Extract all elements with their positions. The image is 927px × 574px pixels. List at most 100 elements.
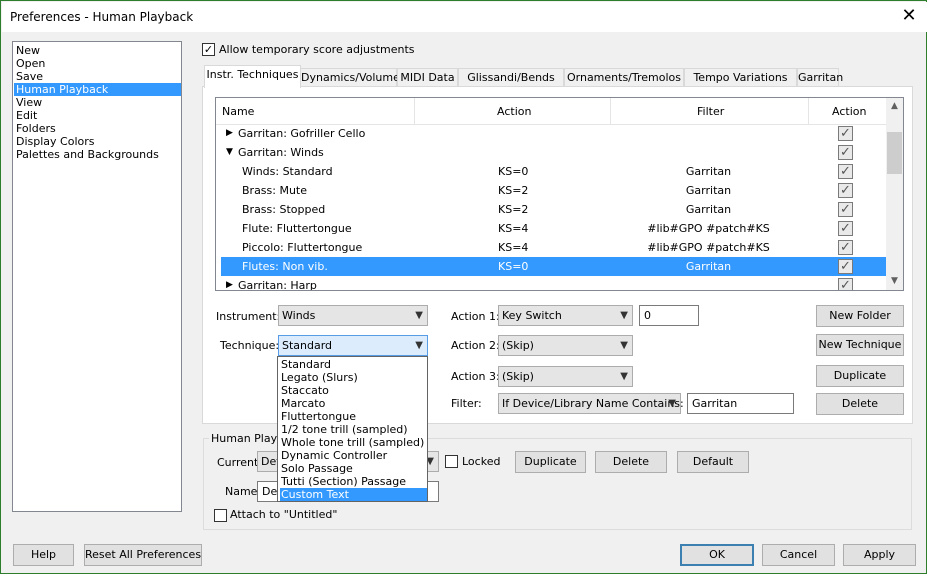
action1-select[interactable]: Key Switch ▼ (498, 305, 633, 326)
expanded-arrow-icon[interactable]: ▼ (226, 147, 233, 157)
row-name: Flutes: Non vib. (242, 260, 328, 273)
header-name[interactable]: Name (222, 105, 254, 118)
category-item[interactable]: Palettes and Backgrounds (14, 148, 181, 161)
techniques-grid[interactable]: Name Action Filter Action ▶ Garritan: Gof… (215, 97, 904, 291)
category-item[interactable]: New (14, 44, 181, 57)
action2-select[interactable]: (Skip) ▼ (498, 335, 633, 356)
chevron-down-icon: ▼ (620, 371, 628, 382)
category-item[interactable]: Human Playback (14, 83, 181, 96)
technique-option[interactable]: Standard (280, 358, 427, 371)
technique-option[interactable]: Whole tone trill (sampled) (280, 436, 427, 449)
category-item[interactable]: Open (14, 57, 181, 70)
filter-text-input[interactable]: Garritan (687, 393, 794, 414)
collapsed-arrow-icon[interactable]: ▶ (226, 128, 233, 138)
filter-select[interactable]: If Device/Library Name Contains: ▼ (498, 393, 684, 414)
row-enabled-checkbox[interactable]: ✓ (838, 145, 853, 160)
technique-select[interactable]: Standard ▼ (278, 335, 428, 356)
header-separator (808, 98, 809, 124)
table-row[interactable]: ▶ Garritan: Gofriller Cello ✓ (221, 124, 886, 143)
table-row[interactable]: Brass: Stopped KS=2 Garritan ✓ (221, 200, 886, 219)
allow-temp-label: Allow temporary score adjustments (219, 43, 415, 56)
attach-checkbox[interactable] (214, 509, 227, 522)
tab-1[interactable]: Dynamics/Volume (300, 68, 400, 87)
apply-button[interactable]: Apply (843, 544, 916, 566)
cancel-button[interactable]: Cancel (762, 544, 835, 566)
scroll-down-icon[interactable]: ▼ (886, 273, 903, 290)
header-separator (610, 98, 611, 124)
preferences-window: Preferences - Human Playback ✕ New Open Sa… (0, 0, 927, 574)
allow-temp-checkbox[interactable]: ✓ (202, 43, 215, 56)
category-item[interactable]: Folders (14, 122, 181, 135)
reset-all-preferences-button[interactable]: Reset All Preferences (84, 544, 202, 566)
technique-option[interactable]: Dynamic Controller (280, 449, 427, 462)
category-item[interactable]: Display Colors (14, 135, 181, 148)
delete-style-button[interactable]: Delete (595, 451, 667, 473)
technique-option[interactable]: Custom Text (280, 488, 427, 501)
category-item[interactable]: Save (14, 70, 181, 83)
technique-option[interactable]: Staccato (280, 384, 427, 397)
row-enabled-checkbox[interactable]: ✓ (838, 221, 853, 236)
row-enabled-checkbox[interactable]: ✓ (838, 240, 853, 255)
row-name: Winds: Standard (242, 165, 333, 178)
tab-4[interactable]: Ornaments/Tremolos (564, 68, 684, 87)
close-icon[interactable]: ✕ (897, 5, 921, 29)
locked-checkbox[interactable] (445, 455, 458, 468)
technique-option[interactable]: Marcato (280, 397, 427, 410)
table-row[interactable]: ▶ Garritan: Harp ✓ (221, 276, 886, 290)
row-action: KS=2 (498, 184, 529, 197)
name-label: Name: (225, 485, 262, 498)
action1-number-input[interactable]: 0 (639, 305, 699, 326)
row-filter: #lib#GPO #patch#KS (647, 241, 770, 254)
scroll-up-icon[interactable]: ▲ (886, 98, 903, 115)
row-enabled-checkbox[interactable]: ✓ (838, 259, 853, 274)
ok-button[interactable]: OK (680, 544, 754, 566)
technique-option[interactable]: Tutti (Section) Passage (280, 475, 427, 488)
table-row[interactable]: Brass: Mute KS=2 Garritan ✓ (221, 181, 886, 200)
new-technique-button[interactable]: New Technique (816, 334, 904, 356)
category-item[interactable]: Edit (14, 109, 181, 122)
technique-option[interactable]: Legato (Slurs) (280, 371, 427, 384)
row-enabled-checkbox[interactable]: ✓ (838, 202, 853, 217)
grid-scrollbar[interactable]: ▲ ▼ (886, 98, 903, 290)
collapsed-arrow-icon[interactable]: ▶ (226, 280, 233, 290)
tab-5[interactable]: Tempo Variations (684, 68, 797, 87)
row-action: KS=0 (498, 165, 529, 178)
new-folder-button[interactable]: New Folder (816, 305, 904, 327)
category-list[interactable]: New Open Save Human Playback View Edit Folders… (12, 41, 182, 512)
table-row[interactable]: Winds: Standard KS=0 Garritan ✓ (221, 162, 886, 181)
header-action-enabled[interactable]: Action (832, 105, 866, 118)
technique-dropdown-list[interactable]: Standard Legato (Slurs) Staccato Marcato Flu… (277, 356, 428, 502)
tab-0[interactable]: Instr. Techniques (204, 65, 301, 88)
instrument-select[interactable]: Winds ▼ (278, 305, 428, 326)
table-row[interactable]: ▼ Garritan: Winds ✓ (221, 143, 886, 162)
table-row[interactable]: Flutes: Non vib. KS=0 Garritan ✓ (221, 257, 886, 276)
delete-technique-button[interactable]: Delete (816, 393, 904, 415)
row-enabled-checkbox[interactable]: ✓ (838, 278, 853, 290)
tab-6[interactable]: Garritan (797, 68, 843, 87)
category-item[interactable]: View (14, 96, 181, 109)
action3-select[interactable]: (Skip) ▼ (498, 366, 633, 387)
table-row[interactable]: Piccolo: Fluttertongue KS=4 #lib#GPO #patc… (221, 238, 886, 257)
tab-2[interactable]: MIDI Data (397, 68, 458, 87)
tab-3[interactable]: Glissandi/Bends (458, 68, 564, 87)
technique-option[interactable]: Solo Passage (280, 462, 427, 475)
duplicate-style-button[interactable]: Duplicate (515, 451, 586, 473)
table-row[interactable]: Flute: Fluttertongue KS=4 #lib#GPO #patch#… (221, 219, 886, 238)
filter-label: Filter: (451, 397, 482, 410)
help-button[interactable]: Help (13, 544, 74, 566)
row-action: KS=4 (498, 241, 529, 254)
header-action[interactable]: Action (497, 105, 531, 118)
technique-option[interactable]: 1/2 tone trill (sampled) (280, 423, 427, 436)
default-style-button[interactable]: Default (677, 451, 749, 473)
title-bar: Preferences - Human Playback ✕ (2, 2, 927, 32)
row-enabled-checkbox[interactable]: ✓ (838, 164, 853, 179)
technique-option[interactable]: Fluttertongue (280, 410, 427, 423)
row-name: Garritan: Winds (238, 146, 324, 159)
scroll-thumb[interactable] (887, 132, 902, 174)
duplicate-technique-button[interactable]: Duplicate (816, 365, 904, 387)
filter-value: If Device/Library Name Contains: (502, 397, 684, 410)
row-enabled-checkbox[interactable]: ✓ (838, 126, 853, 141)
row-enabled-checkbox[interactable]: ✓ (838, 183, 853, 198)
row-name: Flute: Fluttertongue (242, 222, 352, 235)
header-filter[interactable]: Filter (697, 105, 724, 118)
